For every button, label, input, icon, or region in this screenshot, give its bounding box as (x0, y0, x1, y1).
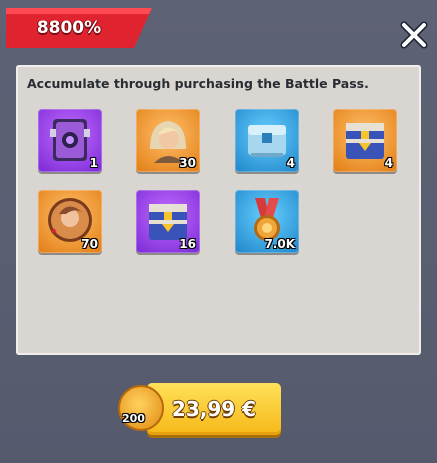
reward-item-blue-gold-chest[interactable]: 4 (333, 109, 397, 172)
reward-item-hero-portrait[interactable]: 30 (136, 109, 200, 172)
battle-pass-modal: 8800% Accumulate through purchasing the … (0, 0, 437, 463)
bonus-quantity: 200 (122, 412, 145, 425)
reward-quantity: 4 (384, 156, 393, 170)
close-button[interactable] (399, 20, 429, 50)
close-icon[interactable] (399, 20, 429, 50)
reward-quantity: 70 (81, 237, 98, 251)
reward-item-hero-token[interactable]: 70 (38, 190, 102, 253)
reward-item-purple-crate[interactable]: 1 (38, 109, 102, 172)
reward-item-purple-gold-chest[interactable]: 16 (136, 190, 200, 253)
reward-item-blue-chest[interactable]: 4 (235, 109, 299, 172)
reward-quantity: 1 (89, 156, 98, 170)
reward-quantity: 16 (179, 237, 196, 251)
price-label: 23,99 € (171, 397, 257, 421)
reward-quantity: 30 (179, 156, 196, 170)
rewards-description: Accumulate through purchasing the Battle… (27, 76, 369, 91)
reward-item-medal[interactable]: 7.0K (235, 190, 299, 253)
reward-quantity: 7.0K (264, 237, 295, 251)
purchase-button[interactable]: 23,99 € (147, 383, 281, 435)
reward-quantity: 4 (286, 156, 295, 170)
bonus-badge-label: 8800% (36, 18, 102, 38)
